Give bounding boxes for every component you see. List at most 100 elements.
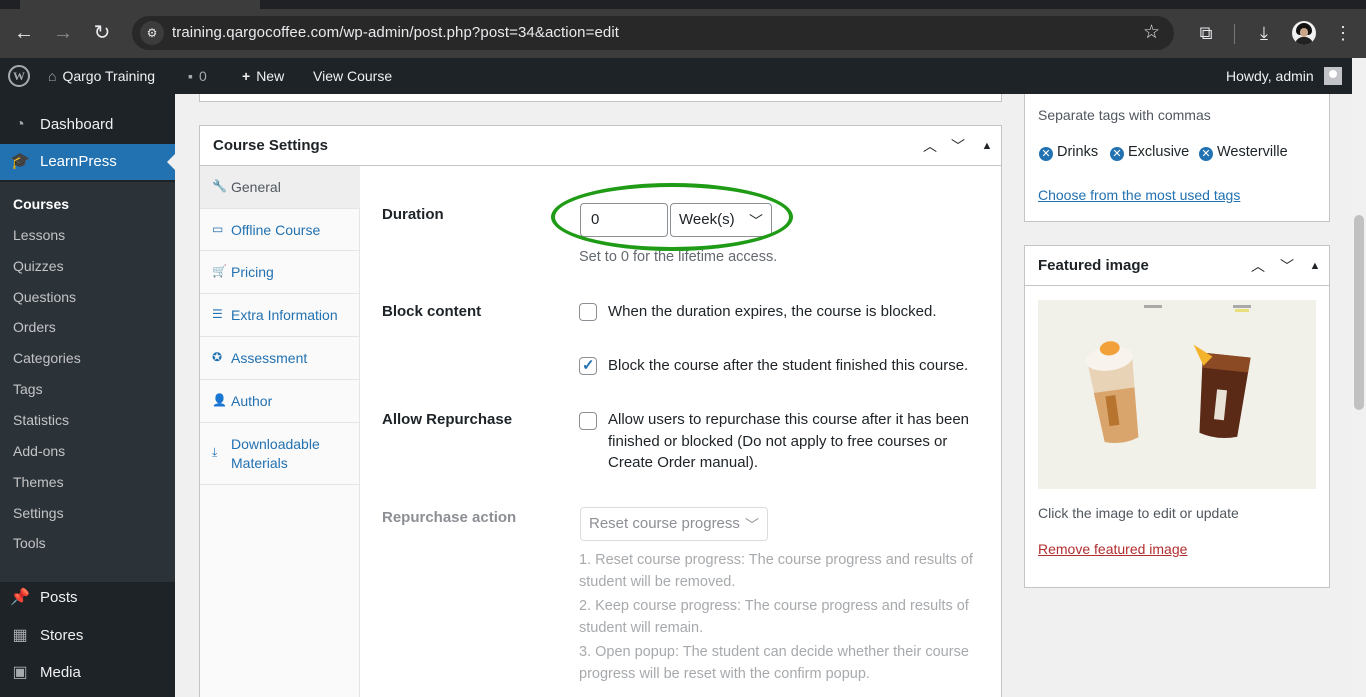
menu-stores[interactable]: ▦ Stores xyxy=(0,618,175,654)
admin-avatar[interactable] xyxy=(1324,67,1342,85)
tab-offline-course[interactable]: ▭ Offline Course xyxy=(200,209,359,251)
pin-icon: 📌 xyxy=(10,589,30,606)
repurchase-help-2: 2. Keep course progress: The course prog… xyxy=(579,598,969,636)
tag-label: Drinks xyxy=(1057,144,1099,160)
featured-image-thumbnail[interactable] xyxy=(1038,300,1316,489)
site-name-link[interactable]: ⌂ Qargo Training xyxy=(48,58,155,94)
back-icon[interactable]: ← xyxy=(10,19,38,47)
move-down-icon[interactable]: ﹀ xyxy=(1275,254,1299,278)
admin-sidebar: ◔ Dashboard 🎓 LearnPress Courses Lessons… xyxy=(0,94,175,697)
submenu-statistics[interactable]: Statistics xyxy=(13,412,69,428)
move-up-icon[interactable]: ︿ xyxy=(918,134,942,158)
page-scrollbar[interactable] xyxy=(1352,58,1366,697)
submenu-addons[interactable]: Add-ons xyxy=(13,443,65,459)
remove-featured-image-link[interactable]: Remove featured image xyxy=(1038,541,1187,557)
media-icon: ▣ xyxy=(12,664,28,681)
tag-item: ✕ Westerville xyxy=(1199,144,1288,161)
duration-unit-select[interactable]: Week(s) ﹀ xyxy=(670,203,772,237)
submenu-settings[interactable]: Settings xyxy=(13,505,64,521)
reload-icon[interactable]: ↻ xyxy=(88,19,116,47)
submenu-lessons[interactable]: Lessons xyxy=(13,227,65,243)
download-icon[interactable]: ⤓ xyxy=(1251,20,1277,46)
block-after-finish-checkbox[interactable] xyxy=(579,356,597,375)
browser-chrome: ← → ↻ ⚙ training.qargocoffee.com/wp-admi… xyxy=(0,0,1366,58)
allow-repurchase-checkbox[interactable] xyxy=(579,412,597,430)
tab-pricing[interactable]: 🛒 Pricing xyxy=(200,251,359,294)
wordpress-logo-icon[interactable]: W xyxy=(8,65,30,87)
tab-extra-information-label: Extra Information xyxy=(231,307,338,323)
tag-label: Westerville xyxy=(1217,144,1288,160)
list-icon: ☰ xyxy=(212,307,223,321)
address-bar[interactable]: ⚙ training.qargocoffee.com/wp-admin/post… xyxy=(132,16,1174,50)
download-icon: ⤓ xyxy=(212,445,218,459)
chevron-down-icon: ﹀ xyxy=(749,213,763,229)
howdy-account[interactable]: Howdy, admin xyxy=(1226,58,1314,94)
browser-tab[interactable] xyxy=(20,0,260,9)
home-icon: ⌂ xyxy=(48,68,57,84)
repurchase-help-3: 3. Open popup: The student can decide wh… xyxy=(579,644,969,682)
settings-tabs: 🔧 General ▭ Offline Course 🛒 Pricing ☰ E… xyxy=(200,166,360,697)
graduation-cap-icon: 🎓 xyxy=(10,153,30,170)
award-icon: ✪ xyxy=(212,350,223,364)
featured-image-header: Featured image ︿ ﹀ ▲ xyxy=(1025,246,1329,286)
collapse-toggle-icon[interactable]: ▲ xyxy=(1303,254,1327,278)
tab-downloadable-materials[interactable]: ⤓ Downloadable Materials xyxy=(200,423,359,485)
wrench-icon: 🔧 xyxy=(212,179,227,193)
tab-assessment[interactable]: ✪ Assessment xyxy=(200,337,359,380)
featured-image-caption: Click the image to edit or update xyxy=(1038,505,1239,521)
featured-image-title: Featured image xyxy=(1038,257,1149,274)
remove-tag-icon[interactable]: ✕ xyxy=(1199,147,1213,161)
previous-postbox-edge xyxy=(199,94,1002,102)
duration-input[interactable]: 0 xyxy=(580,203,668,237)
tab-general-label: General xyxy=(231,179,281,195)
tab-author[interactable]: 👤 Author xyxy=(200,380,359,423)
move-up-icon[interactable]: ︿ xyxy=(1246,254,1270,278)
menu-learnpress[interactable]: 🎓 LearnPress xyxy=(0,144,175,180)
collapse-toggle-icon[interactable]: ▲ xyxy=(975,134,999,158)
comment-icon: ▪ xyxy=(188,68,193,84)
new-content-link[interactable]: + New xyxy=(242,58,284,94)
star-icon[interactable]: ☆ xyxy=(1143,21,1160,44)
profile-avatar[interactable] xyxy=(1292,21,1316,45)
comments-link[interactable]: ▪ 0 xyxy=(188,58,207,94)
menu-posts-label: Posts xyxy=(40,589,78,606)
submenu-tools[interactable]: Tools xyxy=(13,535,46,551)
url-text[interactable]: training.qargocoffee.com/wp-admin/post.p… xyxy=(172,24,619,41)
remove-tag-icon[interactable]: ✕ xyxy=(1039,147,1053,161)
submenu-tags[interactable]: Tags xyxy=(13,381,43,397)
learnpress-submenu: Courses Lessons Quizzes Questions Orders… xyxy=(0,182,175,582)
submenu-categories[interactable]: Categories xyxy=(13,350,81,366)
view-course-link[interactable]: View Course xyxy=(313,58,392,94)
scrollbar-thumb[interactable] xyxy=(1354,215,1364,410)
repurchase-help-1: 1. Reset course progress: The course pro… xyxy=(579,552,973,590)
submenu-orders[interactable]: Orders xyxy=(13,319,56,335)
toolbar-divider xyxy=(1234,24,1235,44)
tab-general[interactable]: 🔧 General xyxy=(200,166,360,209)
duration-help: Set to 0 for the lifetime access. xyxy=(579,249,778,265)
browser-tab-inactive[interactable] xyxy=(720,0,1320,9)
site-name-label: Qargo Training xyxy=(62,68,156,84)
repurchase-action-select: Reset course progress ﹀ xyxy=(580,507,768,541)
monitor-icon: ▭ xyxy=(212,222,224,236)
menu-media[interactable]: ▣ Media xyxy=(0,655,175,691)
submenu-questions[interactable]: Questions xyxy=(13,289,76,305)
duration-unit-value: Week(s) xyxy=(679,211,735,228)
repurchase-action-label: Repurchase action xyxy=(382,509,517,526)
move-down-icon[interactable]: ﹀ xyxy=(946,134,970,158)
forward-icon[interactable]: → xyxy=(49,19,77,47)
tab-extra-information[interactable]: ☰ Extra Information xyxy=(200,294,359,337)
block-content-label: Block content xyxy=(382,303,482,320)
remove-tag-icon[interactable]: ✕ xyxy=(1110,147,1124,161)
choose-tags-link[interactable]: Choose from the most used tags xyxy=(1038,187,1240,203)
submenu-themes[interactable]: Themes xyxy=(13,474,64,490)
extensions-icon[interactable]: ⧉ xyxy=(1193,20,1219,46)
cart-icon: 🛒 xyxy=(212,264,227,278)
menu-dots-icon[interactable]: ⋮ xyxy=(1330,20,1356,46)
submenu-quizzes[interactable]: Quizzes xyxy=(13,258,64,274)
menu-posts[interactable]: 📌 Posts xyxy=(0,580,175,616)
submenu-courses[interactable]: Courses xyxy=(13,196,69,212)
site-info-icon[interactable]: ⚙ xyxy=(140,21,164,45)
menu-dashboard[interactable]: ◔ Dashboard xyxy=(0,107,175,143)
repurchase-action-value: Reset course progress xyxy=(589,515,740,532)
block-on-expire-checkbox[interactable] xyxy=(579,303,597,321)
